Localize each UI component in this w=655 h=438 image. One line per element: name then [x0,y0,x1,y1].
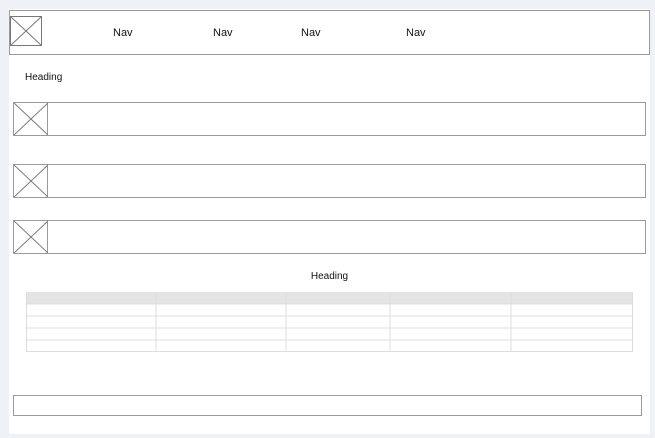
list-item[interactable] [13,102,646,136]
image-placeholder-icon [14,103,48,135]
page: Nav Nav Nav Nav Heading Heading [9,9,650,434]
image-placeholder-icon [14,221,48,253]
nav-item-3[interactable]: Nav [301,27,321,40]
table-heading: Heading [310,271,349,282]
table-grid [26,292,633,352]
image-placeholder-icon[interactable] [10,16,42,46]
footer-bar [13,395,642,416]
nav-item-2[interactable]: Nav [213,27,233,40]
nav-item-1[interactable]: Nav [113,27,133,40]
list-item[interactable] [13,220,646,254]
list-item[interactable] [13,164,646,198]
section-heading: Heading [25,72,63,83]
nav-item-4[interactable]: Nav [406,27,426,40]
header-bar: Nav Nav Nav Nav [9,10,650,55]
data-table [26,292,633,352]
image-placeholder-icon [14,165,48,197]
